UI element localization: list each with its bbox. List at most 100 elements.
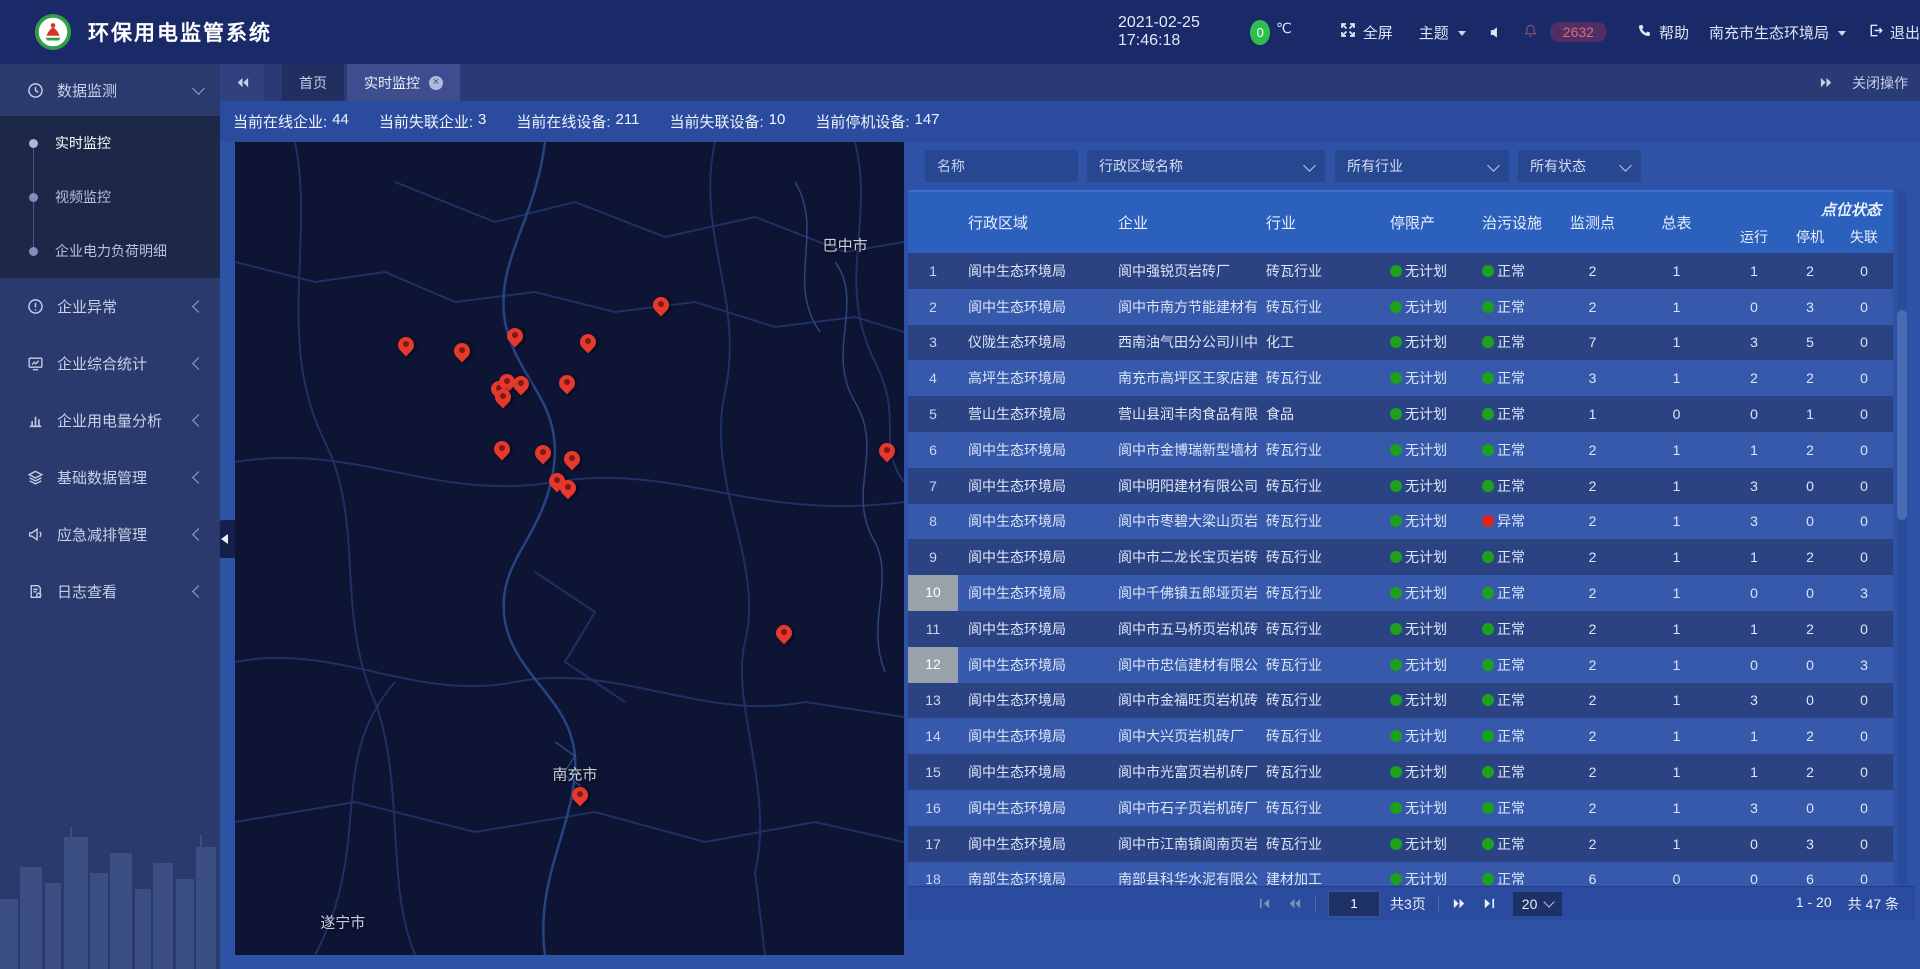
sidebar-item-2[interactable]: 企业异常	[0, 278, 220, 335]
map-city-label: 巴中市	[823, 235, 868, 256]
sidebar-item-5[interactable]: 基础数据管理	[0, 449, 220, 506]
cell-industry: 砖瓦行业	[1258, 368, 1380, 388]
map-pin-icon[interactable]	[492, 439, 512, 461]
region-select[interactable]: 行政区域名称	[1087, 150, 1325, 182]
cell-industry: 砖瓦行业	[1258, 834, 1380, 854]
map-pin-icon[interactable]	[493, 387, 513, 409]
mute-speaker-icon[interactable]	[1488, 25, 1503, 40]
cell-stopped: 0	[1785, 513, 1835, 529]
first-page-button[interactable]	[1255, 895, 1273, 913]
logout-button[interactable]: 退出	[1868, 22, 1920, 43]
sidebar-item-3[interactable]: 企业综合统计	[0, 335, 220, 392]
cell-running: 3	[1723, 692, 1785, 708]
cell-offline: 0	[1835, 728, 1893, 744]
sidebar-item-label: 企业综合统计	[57, 353, 147, 374]
cell-index: 14	[908, 728, 958, 744]
table-row[interactable]: 6 阆中生态环境局 阆中市金博瑞新型墙材 砖瓦行业 无计划 正常 2 1 1 2…	[908, 432, 1893, 468]
sidebar-item-6[interactable]: 应急减排管理	[0, 506, 220, 563]
sidebar-subitem[interactable]: 企业电力负荷明细	[0, 224, 220, 278]
scrollbar-thumb[interactable]	[1897, 310, 1907, 520]
table-row[interactable]: 5 营山生态环境局 营山县润丰肉食品有限 食品 无计划 正常 1 0 0 1 0	[908, 396, 1893, 432]
table-row[interactable]: 8 阆中生态环境局 阆中市枣碧大梁山页岩 砖瓦行业 无计划 异常 2 1 3 0…	[908, 504, 1893, 540]
tab[interactable]: 实时监控	[347, 64, 460, 101]
close-operations-button[interactable]: 关闭操作	[1852, 73, 1908, 93]
map-pin-icon[interactable]	[570, 785, 590, 807]
chevron-down-icon	[1487, 159, 1500, 172]
table-row[interactable]: 13 阆中生态环境局 阆中市金福旺页岩机砖 砖瓦行业 无计划 正常 2 1 3 …	[908, 683, 1893, 719]
stat-label: 当前失联企业:	[379, 111, 473, 132]
map-pin-icon[interactable]	[578, 332, 598, 354]
cell-index: 9	[908, 549, 958, 565]
cell-company: 阆中市五马桥页岩机砖	[1108, 619, 1258, 639]
sidebar-item-4[interactable]: 企业用电量分析	[0, 392, 220, 449]
table-row[interactable]: 17 阆中生态环境局 阆中市江南镇阆南页岩 砖瓦行业 无计划 正常 2 1 0 …	[908, 826, 1893, 862]
cell-index: 4	[908, 370, 958, 386]
table-row[interactable]: 10 阆中生态环境局 阆中千佛镇五郎垭页岩 砖瓦行业 无计划 正常 2 1 0 …	[908, 575, 1893, 611]
cell-region: 高坪生态环境局	[958, 368, 1108, 388]
tabs-scroll-left-button[interactable]	[220, 64, 264, 101]
help-button[interactable]: 帮助	[1637, 22, 1689, 43]
table-row[interactable]: 14 阆中生态环境局 阆中大兴页岩机砖厂 砖瓦行业 无计划 正常 2 1 1 2…	[908, 718, 1893, 754]
name-search-input[interactable]	[925, 150, 1078, 182]
map-pin-icon[interactable]	[774, 623, 794, 645]
cell-facility-status: 正常	[1470, 655, 1555, 675]
map-pin-icon[interactable]	[558, 478, 578, 500]
page-number-input[interactable]	[1328, 891, 1380, 917]
table-row[interactable]: 11 阆中生态环境局 阆中市五马桥页岩机砖 砖瓦行业 无计划 正常 2 1 1 …	[908, 611, 1893, 647]
double-right-icon[interactable]	[1819, 75, 1834, 90]
map-pin-icon[interactable]	[511, 374, 531, 396]
sidebar-item-7[interactable]: 日志查看	[0, 563, 220, 620]
cell-stopped: 5	[1785, 334, 1835, 350]
table-row[interactable]: 16 阆中生态环境局 阆中市石子页岩机砖厂 砖瓦行业 无计划 正常 2 1 3 …	[908, 790, 1893, 826]
map-pin-icon[interactable]	[396, 335, 416, 357]
map-pin-icon[interactable]	[505, 326, 525, 348]
map-pin-icon[interactable]	[651, 295, 671, 317]
status-dot-icon	[1482, 444, 1494, 456]
map-pin-icon[interactable]	[533, 443, 553, 465]
stats-bar: 当前在线企业: 44 当前失联企业: 3 当前在线设备: 211 当前失联设备:…	[220, 101, 1920, 142]
next-page-button[interactable]	[1451, 895, 1469, 913]
theme-dropdown[interactable]: 主题	[1419, 22, 1466, 43]
sidebar-subitem[interactable]: 视频监控	[0, 170, 220, 224]
previous-page-button[interactable]	[1285, 895, 1303, 913]
sidebar-subitem[interactable]: 实时监控	[0, 116, 220, 170]
map-panel[interactable]: 巴中市南充市遂宁市	[235, 142, 904, 955]
sidebar: 数据监测 实时监控 视频监控 企业电力负荷明细 企业异常 企业综合统计 企业用电…	[0, 64, 220, 969]
sidebar-item-1[interactable]: 数据监测	[0, 64, 220, 116]
alerts-button[interactable]: 2632	[1523, 22, 1607, 42]
cell-monitor-points: 2	[1555, 621, 1630, 637]
table-row[interactable]: 3 仪陇生态环境局 西南油气田分公司川中 化工 无计划 正常 7 1 3 5 0	[908, 325, 1893, 361]
cell-facility-status: 正常	[1470, 762, 1555, 782]
tab-close-icon[interactable]	[429, 76, 443, 90]
table-row[interactable]: 15 阆中生态环境局 阆中市光富页岩机砖厂 砖瓦行业 无计划 正常 2 1 1 …	[908, 754, 1893, 790]
map-pin-icon[interactable]	[877, 441, 897, 463]
cell-limit-status: 无计划	[1380, 869, 1470, 886]
status-select[interactable]: 所有状态	[1518, 150, 1641, 182]
last-page-button[interactable]	[1481, 895, 1499, 913]
cell-offline: 0	[1835, 406, 1893, 422]
cell-limit-status: 无计划	[1380, 690, 1470, 710]
table-row[interactable]: 9 阆中生态环境局 阆中市二龙长宝页岩砖 砖瓦行业 无计划 正常 2 1 1 2…	[908, 539, 1893, 575]
table-row[interactable]: 4 高坪生态环境局 南充市高坪区王家店建 砖瓦行业 无计划 正常 3 1 2 2…	[908, 360, 1893, 396]
cell-industry: 砖瓦行业	[1258, 440, 1380, 460]
table-scrollbar[interactable]	[1897, 190, 1907, 886]
cell-industry: 砖瓦行业	[1258, 476, 1380, 496]
page-size-select[interactable]: 20	[1513, 892, 1563, 916]
table-row[interactable]: 18 南部生态环境局 南部县科华水泥有限公 建材加工 无计划 正常 6 0 0 …	[908, 862, 1893, 886]
table-row[interactable]: 1 阆中生态环境局 阆中强锐页岩砖厂 砖瓦行业 无计划 正常 2 1 1 2 0	[908, 253, 1893, 289]
user-dropdown[interactable]: 南充市生态环境局	[1709, 22, 1846, 43]
cell-monitor-points: 2	[1555, 657, 1630, 673]
tab[interactable]: 首页	[282, 64, 344, 101]
map-pin-icon[interactable]	[562, 449, 582, 471]
table-row[interactable]: 7 阆中生态环境局 阆中明阳建材有限公司 砖瓦行业 无计划 正常 2 1 3 0…	[908, 468, 1893, 504]
app-title: 环保用电监管系统	[88, 17, 272, 47]
industry-select[interactable]: 所有行业	[1335, 150, 1509, 182]
map-pin-icon[interactable]	[452, 341, 472, 363]
table-row[interactable]: 2 阆中生态环境局 阆中市南方节能建材有 砖瓦行业 无计划 正常 2 1 0 3…	[908, 289, 1893, 325]
table-row[interactable]: 12 阆中生态环境局 阆中市忠信建材有限公 砖瓦行业 无计划 正常 2 1 0 …	[908, 647, 1893, 683]
cell-limit-status: 无计划	[1380, 762, 1470, 782]
map-pin-icon[interactable]	[557, 373, 577, 395]
cell-offline: 0	[1835, 764, 1893, 780]
fullscreen-button[interactable]: 全屏	[1340, 22, 1393, 43]
cell-running: 3	[1723, 478, 1785, 494]
